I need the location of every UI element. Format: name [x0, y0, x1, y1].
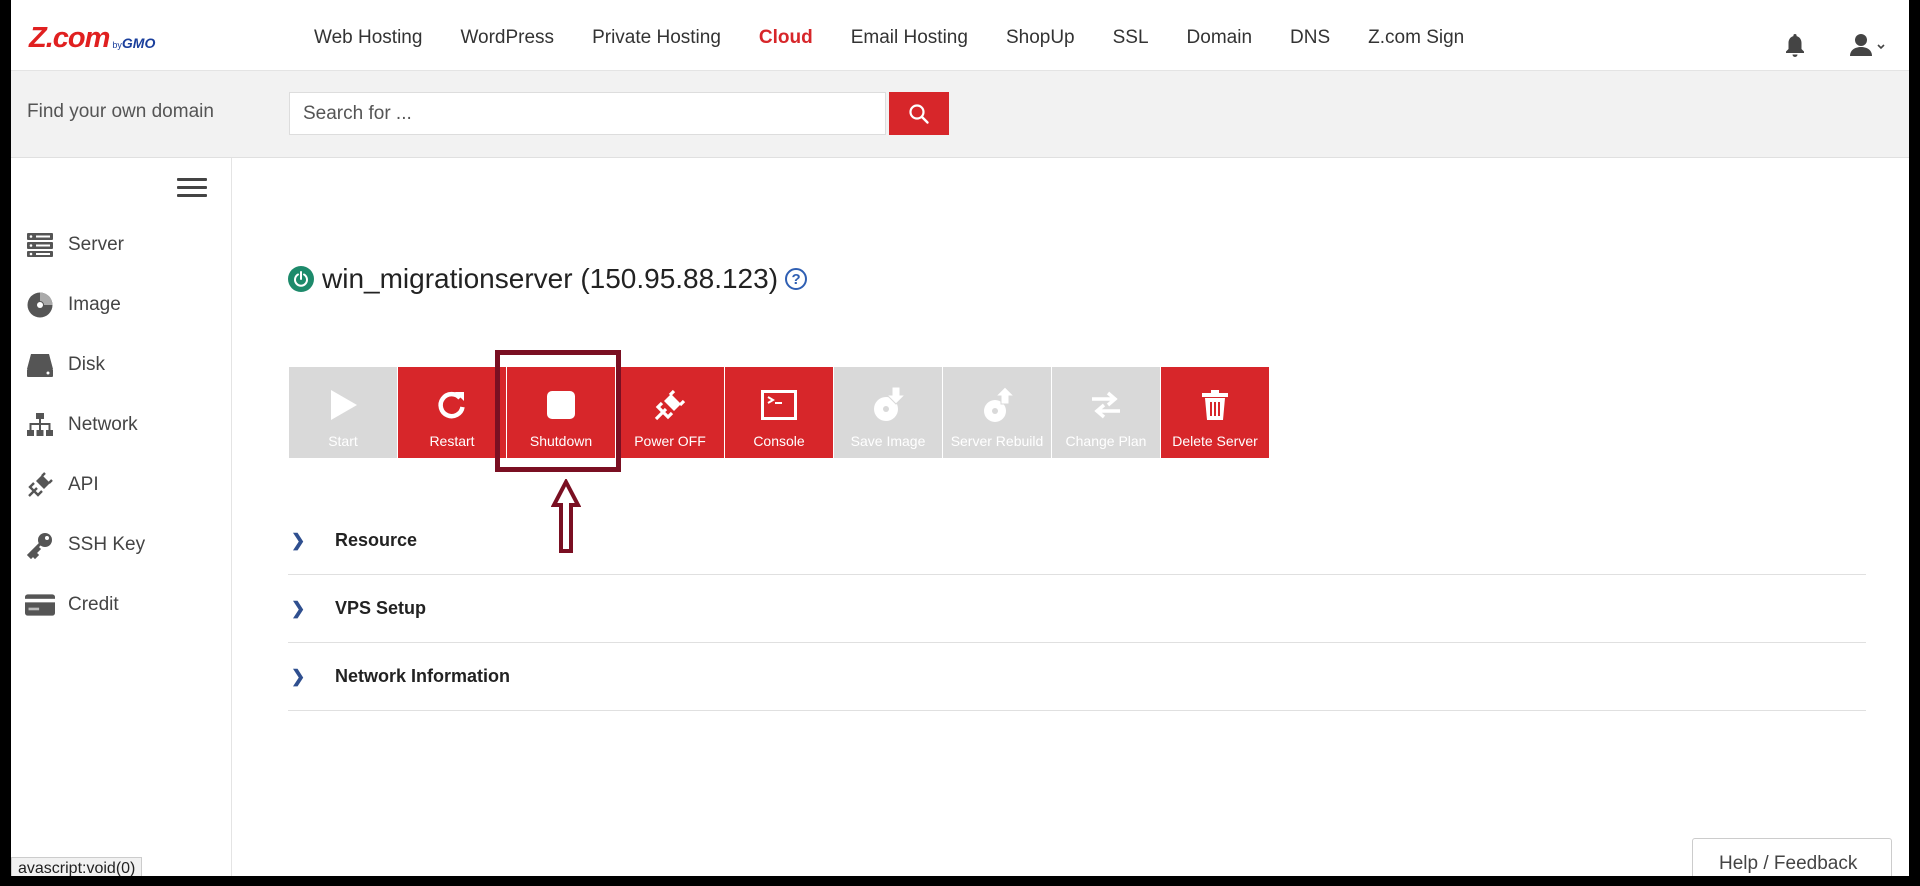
- nav-shopup[interactable]: ShopUp: [1006, 27, 1075, 49]
- nav-private-hosting[interactable]: Private Hosting: [592, 27, 721, 49]
- bell-icon[interactable]: [1783, 32, 1807, 58]
- disc-icon: [25, 290, 55, 320]
- restart-icon: [434, 387, 470, 423]
- sidebar-item-ssh-key[interactable]: SSH Key: [25, 530, 145, 560]
- sidebar-item-label: API: [68, 474, 99, 495]
- rebuild-icon: [979, 387, 1015, 423]
- power-status-icon: [288, 266, 314, 292]
- delete-server-label: Delete Server: [1172, 433, 1258, 449]
- sidebar-item-image[interactable]: Image: [25, 290, 121, 320]
- chevron-right-icon: ❯: [291, 666, 306, 686]
- search-icon: [909, 103, 929, 124]
- key-icon: [25, 530, 55, 560]
- help-feedback-button[interactable]: Help / Feedback: [1692, 838, 1892, 876]
- start-label: Start: [328, 433, 358, 449]
- power-off-label: Power OFF: [634, 433, 706, 449]
- search-button[interactable]: [889, 92, 949, 135]
- sidebar-item-api[interactable]: API: [25, 470, 99, 500]
- save-image-button[interactable]: Save Image: [834, 367, 942, 458]
- disk-icon: [25, 350, 55, 380]
- logo-by: by: [112, 40, 122, 50]
- sidebar-item-disk[interactable]: Disk: [25, 350, 105, 380]
- sidebar-item-label: Image: [68, 294, 121, 315]
- server-header: win_migrationserver (150.95.88.123) ?: [288, 263, 808, 295]
- nav-web-hosting[interactable]: Web Hosting: [314, 27, 422, 49]
- shutdown-highlight-box: [495, 350, 621, 472]
- play-icon: [325, 387, 361, 423]
- browser-status-bar: avascript:void(0): [11, 857, 143, 876]
- server-rebuild-button[interactable]: Server Rebuild: [943, 367, 1051, 458]
- start-button[interactable]: Start: [289, 367, 397, 458]
- nav-email-hosting[interactable]: Email Hosting: [851, 27, 968, 49]
- main-nav: Web Hosting WordPress Private Hosting Cl…: [314, 27, 1502, 49]
- change-plan-button[interactable]: Change Plan: [1052, 367, 1160, 458]
- nav-cloud[interactable]: Cloud: [759, 27, 813, 49]
- restart-label: Restart: [429, 433, 475, 449]
- trash-icon: [1197, 387, 1233, 423]
- section-network-information[interactable]: ❯ Network Information: [288, 643, 1866, 711]
- console-icon: [761, 387, 797, 423]
- help-icon[interactable]: ?: [785, 268, 808, 290]
- sidebar-item-label: Network: [68, 414, 138, 435]
- nav-ssl[interactable]: SSL: [1113, 27, 1149, 49]
- section-label: Network Information: [335, 666, 511, 686]
- sidebar-item-network[interactable]: Network: [25, 410, 138, 440]
- sidebar-item-label: Credit: [68, 594, 119, 615]
- swap-icon: [1088, 387, 1124, 423]
- top-nav: Z.com by GMO Web Hosting WordPress Priva…: [11, 0, 1909, 71]
- network-icon: [25, 410, 55, 440]
- credit-card-icon: [25, 590, 55, 620]
- browser-viewport: Z.com by GMO Web Hosting WordPress Priva…: [11, 0, 1909, 876]
- save-image-label: Save Image: [850, 433, 926, 449]
- server-rebuild-label: Server Rebuild: [950, 433, 1044, 449]
- delete-server-button[interactable]: Delete Server: [1161, 367, 1269, 458]
- sidebar-item-credit[interactable]: Credit: [25, 590, 119, 620]
- section-vps-setup[interactable]: ❯ VPS Setup: [288, 575, 1866, 643]
- sidebar: Server Image Disk Network API SSH Key Cr…: [11, 158, 232, 876]
- logo-gmo: GMO: [121, 35, 156, 51]
- server-action-toolbar: Start Restart Shutdown Power OFF Console…: [289, 367, 1270, 458]
- nav-domain[interactable]: Domain: [1187, 27, 1252, 49]
- save-image-icon: [870, 387, 906, 423]
- user-menu[interactable]: [1849, 32, 1889, 58]
- restart-button[interactable]: Restart: [398, 367, 506, 458]
- zcom-logo[interactable]: Z.com by GMO: [29, 22, 156, 54]
- nav-dns[interactable]: DNS: [1290, 27, 1330, 49]
- sidebar-item-label: SSH Key: [68, 534, 146, 555]
- section-label: Resource: [335, 530, 418, 550]
- logo-brand: Z.com: [29, 22, 110, 54]
- find-domain-label: Find your own domain: [27, 101, 214, 122]
- sidebar-item-label: Disk: [68, 354, 105, 375]
- section-resource[interactable]: ❯ Resource: [288, 507, 1866, 575]
- power-plug-icon: [652, 387, 688, 423]
- chevron-right-icon: ❯: [291, 598, 306, 618]
- console-button[interactable]: Console: [725, 367, 833, 458]
- sidebar-item-server[interactable]: Server: [25, 230, 124, 260]
- nav-wordpress[interactable]: WordPress: [460, 27, 554, 49]
- plug-icon: [25, 470, 55, 500]
- server-icon: [25, 230, 55, 260]
- power-off-button[interactable]: Power OFF: [616, 367, 724, 458]
- domain-search-input[interactable]: [289, 92, 886, 135]
- change-plan-label: Change Plan: [1065, 433, 1147, 449]
- section-label: VPS Setup: [335, 598, 427, 618]
- hamburger-menu-icon[interactable]: [177, 178, 207, 198]
- server-title: win_migrationserver (150.95.88.123): [322, 263, 779, 294]
- console-label: Console: [753, 433, 805, 449]
- user-icon: [1850, 34, 1885, 56]
- domain-search-bar: Find your own domain: [11, 71, 1909, 158]
- nav-zcom-sign[interactable]: Z.com Sign: [1368, 27, 1464, 49]
- sidebar-item-label: Server: [68, 234, 124, 255]
- chevron-right-icon: ❯: [291, 530, 306, 550]
